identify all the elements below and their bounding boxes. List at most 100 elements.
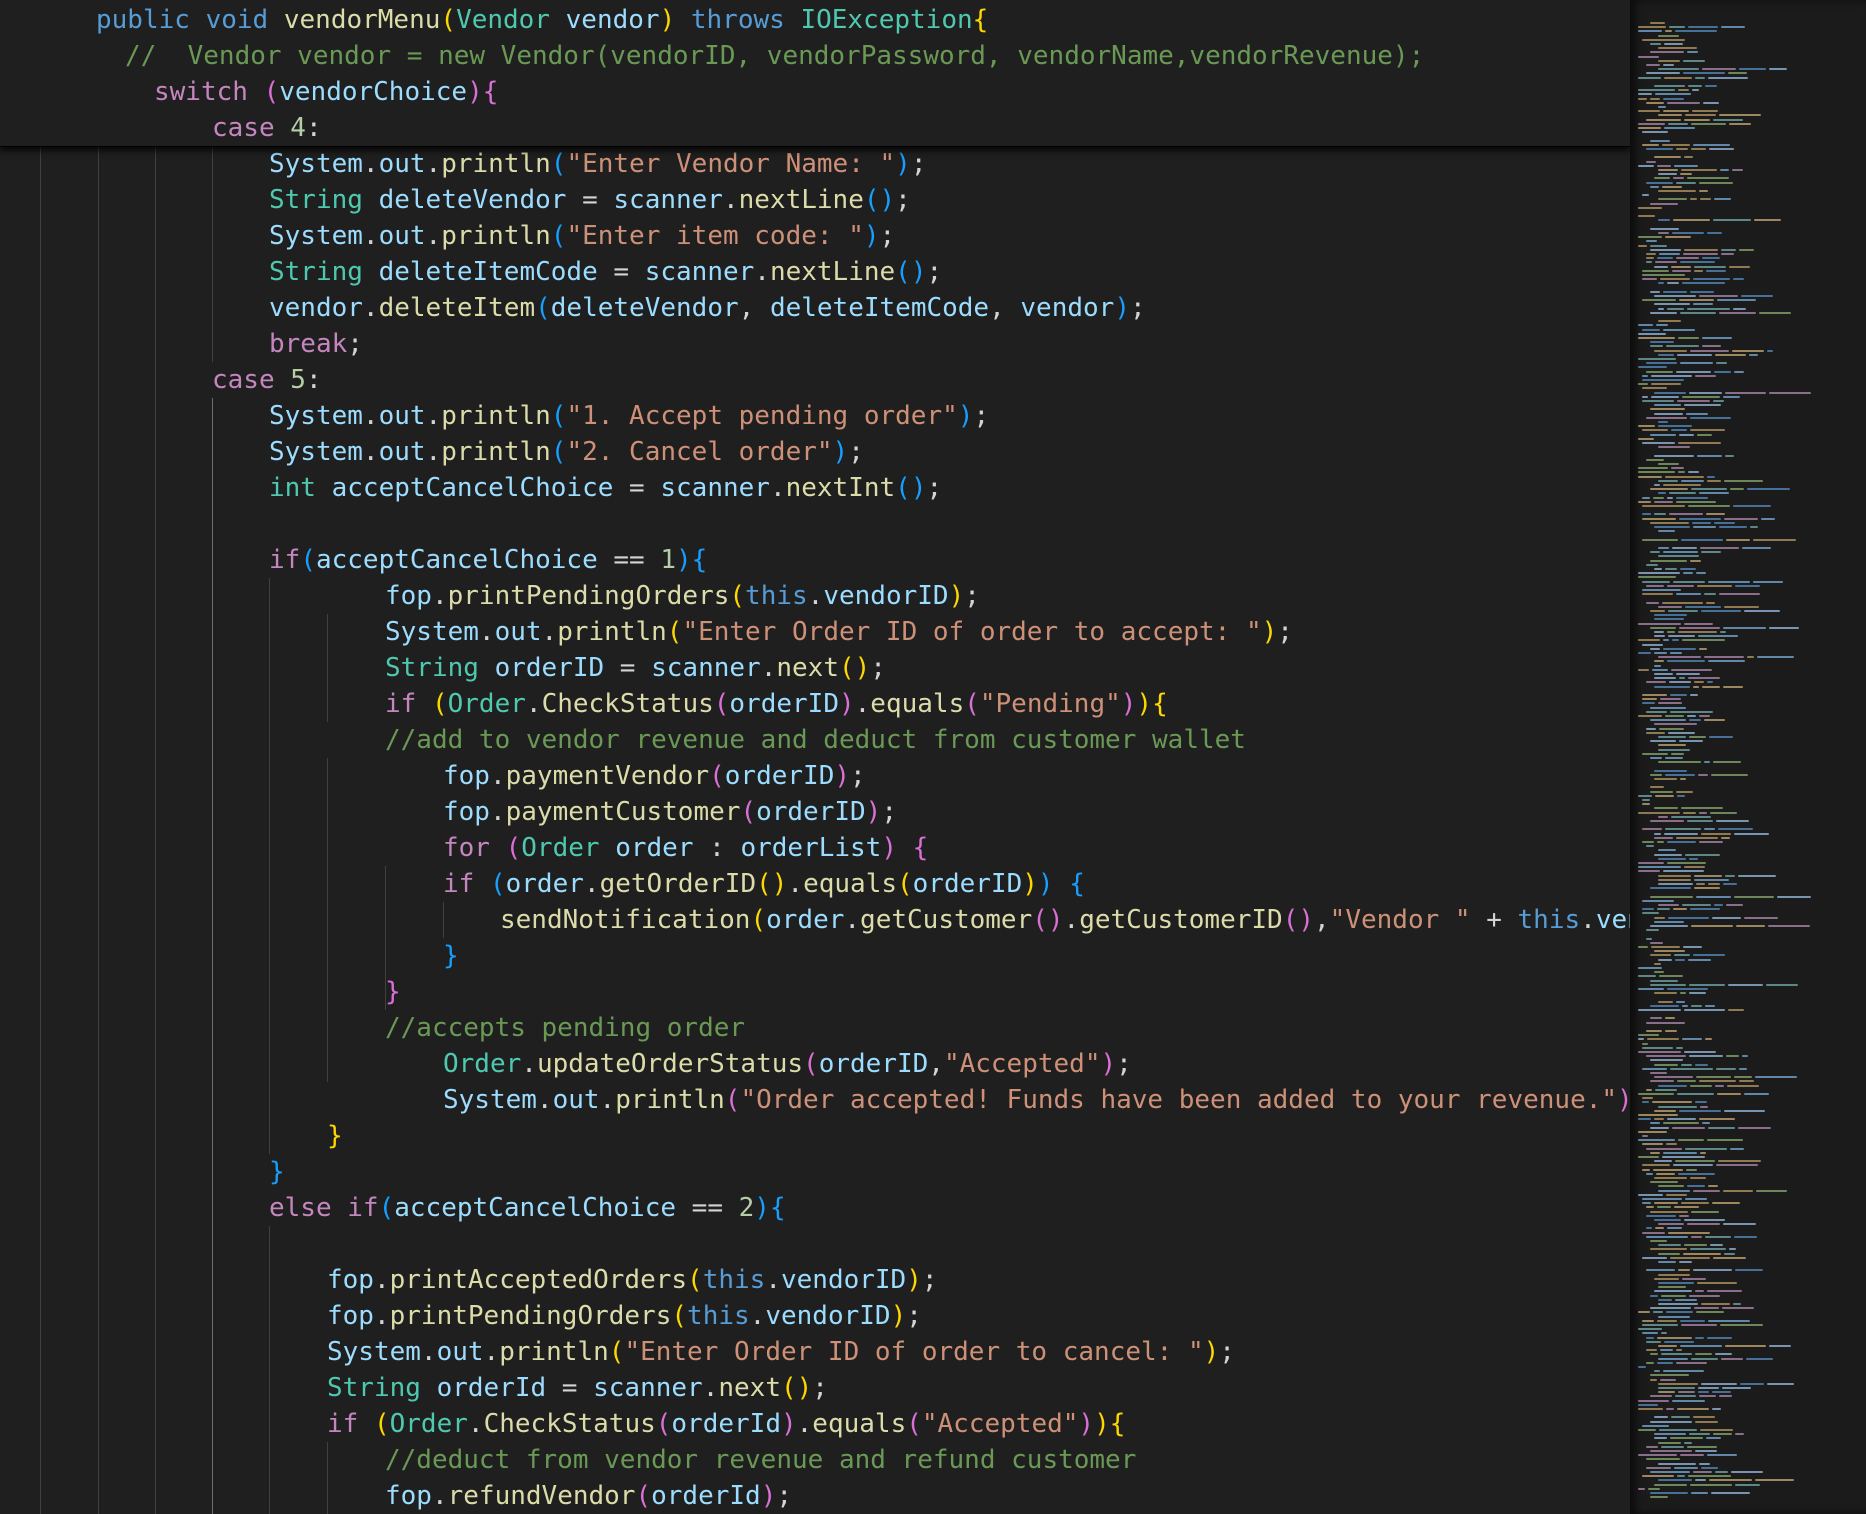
minimap-line <box>1667 862 1706 864</box>
code-token: ; <box>1129 293 1146 323</box>
minimap-line <box>1670 1067 1713 1070</box>
minimap-line <box>1667 101 1700 104</box>
minimap-line <box>1700 1151 1706 1154</box>
minimap-line <box>1676 790 1693 793</box>
code-token: printPendingOrders <box>389 1301 672 1331</box>
minimap-line <box>1698 773 1708 776</box>
code-token: scanner <box>593 1373 703 1403</box>
minimap-line <box>1733 278 1744 281</box>
code-token: ( <box>263 77 280 107</box>
code-line: System.out.println("Enter Order ID of or… <box>327 1334 1235 1370</box>
code-token: ( <box>550 401 567 431</box>
minimap-line <box>1684 156 1693 159</box>
minimap-line <box>1699 841 1723 843</box>
minimap-line <box>1642 643 1663 646</box>
minimap-line <box>1691 122 1726 125</box>
minimap-line <box>1638 164 1654 167</box>
code-lines[interactable]: System.out.println("Enter Vendor Name: "… <box>0 146 1630 1514</box>
minimap-line <box>1663 639 1669 642</box>
minimap-line <box>1659 975 1683 978</box>
minimap-line <box>1642 387 1667 390</box>
code-token: ; <box>926 257 943 287</box>
minimap-line <box>1642 752 1668 755</box>
minimap-line <box>1690 1177 1706 1179</box>
minimap-line <box>1680 992 1686 995</box>
minimap-line <box>1642 194 1649 197</box>
code-token: . <box>483 1337 500 1367</box>
minimap-line <box>1689 983 1725 986</box>
minimap-line <box>1678 1269 1690 1272</box>
minimap-line <box>1671 265 1691 268</box>
code-token: ( <box>906 1409 922 1439</box>
minimap-line <box>1646 64 1660 66</box>
minimap-line <box>1659 1429 1697 1431</box>
minimap-line <box>1638 1454 1677 1457</box>
minimap-line <box>1712 916 1741 919</box>
minimap-line <box>1701 832 1731 835</box>
minimap-line <box>1672 639 1679 642</box>
minimap-line <box>1681 538 1723 541</box>
sticky-scroll-header[interactable]: public void vendorMenu(Vendor vendor) th… <box>0 0 1630 147</box>
code-token: ( <box>964 689 980 719</box>
minimap-line <box>1638 1366 1646 1368</box>
minimap-line <box>1689 1433 1710 1436</box>
code-token: nextInt <box>785 473 896 503</box>
code-line: } <box>327 1118 343 1154</box>
minimap-line <box>1661 1294 1686 1297</box>
minimap-line <box>1701 610 1741 612</box>
minimap-line <box>1650 757 1662 759</box>
minimap-line <box>1715 1353 1732 1356</box>
code-token: fop <box>327 1265 374 1295</box>
minimap-line <box>1650 895 1693 898</box>
code-token: vendor <box>269 293 363 323</box>
code-token: ) <box>1094 1409 1110 1439</box>
minimap-line <box>1694 1307 1719 1310</box>
sticky-line: case 4: <box>212 110 322 146</box>
code-token: { <box>1109 1409 1126 1439</box>
code-token: updateOrderStatus <box>536 1049 804 1079</box>
minimap-line <box>1654 1109 1676 1112</box>
code-token: ( <box>724 1085 741 1115</box>
minimap-line <box>1663 110 1689 113</box>
code-token: ( <box>505 833 522 863</box>
code-line: else if(acceptCancelChoice == 2){ <box>269 1190 786 1226</box>
minimap-line <box>1715 353 1746 356</box>
minimap-line <box>1658 320 1681 323</box>
minimap-line <box>1706 513 1725 516</box>
code-token: vendorID <box>765 1301 891 1331</box>
minimap-line <box>1725 1345 1766 1347</box>
minimap-line <box>1681 169 1717 171</box>
code-token: ; <box>879 221 896 251</box>
minimap[interactable] <box>1630 0 1866 1514</box>
minimap-line <box>1679 433 1694 436</box>
code-token: CheckStatus <box>483 1409 656 1439</box>
code-token: ( <box>550 437 567 467</box>
minimap-line <box>1714 521 1735 524</box>
minimap-line <box>1650 1294 1658 1297</box>
minimap-line <box>1642 1231 1665 1234</box>
minimap-line <box>1704 656 1744 659</box>
code-token: orderId <box>651 1481 761 1511</box>
code-editor[interactable]: public void vendorMenu (Vendor vendor) th… <box>0 0 1630 1514</box>
minimap-line <box>1646 1214 1676 1217</box>
code-line: fop.refundVendor(orderId); <box>385 1478 792 1514</box>
code-token: next <box>718 1373 781 1403</box>
minimap-line <box>1663 647 1696 650</box>
minimap-line <box>1638 1193 1663 1196</box>
minimap-line <box>1657 1206 1671 1209</box>
code-token: System <box>269 401 363 431</box>
minimap-line <box>1767 1382 1794 1385</box>
minimap-line <box>1658 530 1675 533</box>
minimap-line <box>1713 1256 1746 1259</box>
minimap-line <box>1658 1345 1677 1347</box>
code-token: fop <box>327 1301 374 1331</box>
minimap-line <box>1654 500 1673 503</box>
code-token: = <box>546 1373 594 1403</box>
minimap-line <box>1650 139 1670 142</box>
code-token: ; <box>921 1265 938 1295</box>
minimap-line <box>1642 912 1659 915</box>
minimap-line <box>1702 337 1732 339</box>
minimap-line <box>1696 572 1706 575</box>
code-token: ( <box>803 1049 819 1079</box>
minimap-line <box>1744 610 1780 612</box>
